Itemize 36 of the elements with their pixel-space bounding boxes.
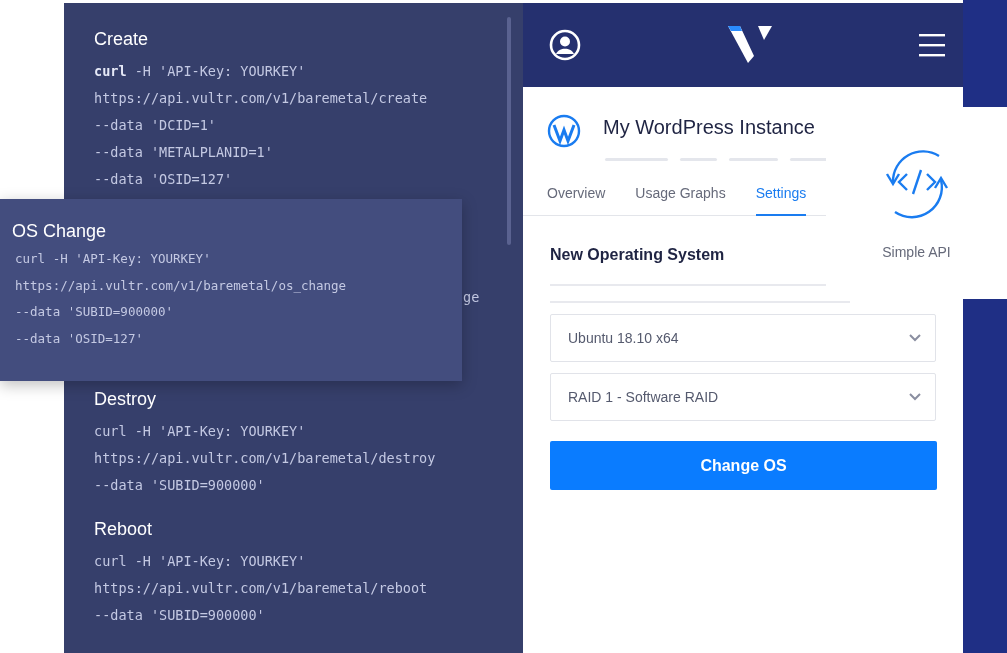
code-line: ge [463, 289, 480, 305]
code-line: --data 'SUBID=900000' [14, 303, 175, 321]
scrollbar[interactable] [507, 17, 511, 245]
code-line: --data 'SUBID=900000' [94, 606, 266, 625]
section-title: Destroy [94, 389, 157, 410]
code-line: curl -H 'API-Key: YOURKEY' [94, 422, 307, 441]
change-os-button[interactable]: Change OS [550, 441, 937, 490]
feature-label: Simple API [882, 244, 951, 260]
code-line: curl -H 'API-Key: YOURKEY' [14, 250, 212, 268]
instance-title: My WordPress Instance [603, 115, 815, 139]
tab[interactable]: Usage Graphs [635, 178, 726, 216]
tab[interactable]: Settings [755, 178, 807, 216]
section-title: New Operating System [550, 246, 725, 264]
user-icon[interactable] [549, 29, 581, 61]
wordpress-icon [547, 114, 581, 148]
code-line: --data 'OSID=127' [14, 329, 144, 348]
select-field[interactable]: RAID 1 - Software RAID [550, 373, 936, 421]
code-line: https://api.vultr.com/v1/baremetal/os_change [14, 276, 348, 295]
code-line: curl -H 'API-Key: YOURKEY' [94, 552, 307, 571]
code-line: https://api.vultr.com/v1/baremetal/reboot [94, 579, 429, 598]
section-title: OS Change [12, 221, 108, 242]
code-line: --data 'METALPLANID=1' [94, 143, 274, 162]
chevron-icon [909, 334, 921, 342]
section-title: Reboot [94, 519, 154, 540]
code-line: curl -H 'API-Key: YOURKEY' [94, 62, 307, 81]
code-line: --data 'DCID=1' [94, 116, 217, 135]
code-line: https://api.vultr.com/v1/baremetal/destroy [94, 449, 437, 468]
select-field[interactable]: Ubuntu 18.10 x64 [550, 314, 936, 362]
tab[interactable]: Overview [547, 178, 606, 216]
chevron-icon [909, 393, 921, 401]
section-title: Create [94, 29, 150, 50]
code-line: --data 'SUBID=900000' [94, 476, 266, 495]
code-line: https://api.vultr.com/v1/baremetal/create [94, 89, 429, 108]
code-line: --data 'OSID=127' [94, 170, 234, 189]
logo-icon[interactable] [728, 26, 772, 64]
menu-icon[interactable] [919, 33, 945, 57]
